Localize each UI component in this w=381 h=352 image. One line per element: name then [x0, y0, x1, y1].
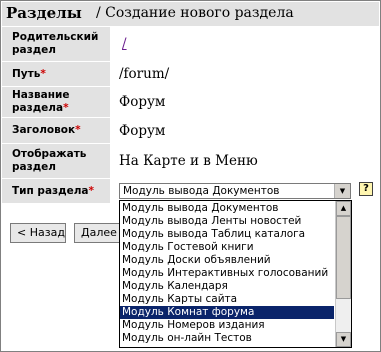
required-mark: * [63, 102, 69, 114]
name-label: Название раздела* [12, 89, 70, 114]
scrollbar-thumb[interactable] [336, 216, 351, 299]
next-button[interactable]: Далее [74, 223, 124, 243]
dropdown-option[interactable]: Модуль Доски объявлений [120, 254, 334, 267]
section-type-dropdown-list[interactable]: Модуль вывода Документов Модуль вывода Ле… [119, 200, 352, 348]
display-value-cell: На Карте и в Меню [111, 144, 379, 178]
section-type-select[interactable]: Модуль вывода Документов ▼ [119, 183, 351, 199]
dropdown-option[interactable]: Модуль Номеров издания [120, 319, 334, 332]
dropdown-option[interactable]: Модуль Комнат форума [120, 306, 334, 319]
page-header: Разделы / Создание нового раздела [2, 2, 379, 26]
path-label-cell: Путь* [2, 62, 110, 86]
page-subtitle: / Создание нового раздела [96, 5, 294, 21]
page-frame: Разделы / Создание нового раздела Родите… [0, 0, 381, 352]
heading-label-cell: Заголовок* [2, 118, 110, 143]
parent-label: Родительский раздел [12, 31, 99, 56]
dropdown-option[interactable]: Модуль он-лайн Тестов [120, 332, 334, 345]
dropdown-option[interactable]: Модуль вывода Ленты новостей [120, 215, 334, 228]
type-label-cell: Тип раздела* [2, 179, 110, 203]
heading-value-cell: Форум [111, 118, 379, 143]
display-label-cell: Отображать раздел [2, 144, 110, 178]
dropdown-option[interactable]: Модуль вывода Таблиц каталога [120, 228, 334, 241]
back-button[interactable]: < Назад [10, 223, 66, 243]
scroll-up-icon[interactable]: ▲ [336, 201, 351, 216]
scroll-down-icon[interactable]: ▼ [336, 332, 351, 347]
parent-section-link[interactable]: / [122, 36, 127, 52]
heading-label: Заголовок* [12, 124, 81, 136]
parent-value-cell: / [111, 27, 379, 61]
name-value: Форум [119, 94, 166, 110]
dropdown-option[interactable]: Модуль Календаря [120, 280, 334, 293]
dropdown-option[interactable]: Модуль Интерактивных голосований [120, 267, 334, 280]
display-value: На Карте и в Меню [119, 153, 258, 169]
heading-value: Форум [119, 122, 166, 139]
path-value: /forum/ [119, 66, 170, 82]
dropdown-option[interactable]: Модуль вывода Документов [120, 202, 334, 215]
display-label: Отображать раздел [12, 148, 87, 173]
required-mark: * [88, 184, 95, 197]
name-label-cell: Название раздела* [2, 87, 110, 117]
required-mark: * [75, 124, 81, 136]
name-value-cell: Форум [111, 87, 379, 117]
type-label: Тип раздела* [12, 184, 95, 197]
dropdown-option[interactable]: Модуль Гостевой книги [120, 241, 334, 254]
path-value-cell: /forum/ [111, 62, 379, 86]
page-title: Разделы [6, 4, 82, 22]
question-icon[interactable]: ? [359, 182, 373, 196]
path-label: Путь* [12, 67, 46, 80]
section-type-selected-value: Модуль вывода Документов [123, 185, 280, 197]
required-mark: * [40, 67, 46, 80]
parent-label-cell: Родительский раздел [2, 27, 110, 61]
chevron-down-icon[interactable]: ▼ [334, 184, 350, 198]
dropdown-scrollbar[interactable]: ▲ ▼ [335, 201, 351, 347]
dropdown-option[interactable]: Модуль Карты сайта [120, 293, 334, 306]
